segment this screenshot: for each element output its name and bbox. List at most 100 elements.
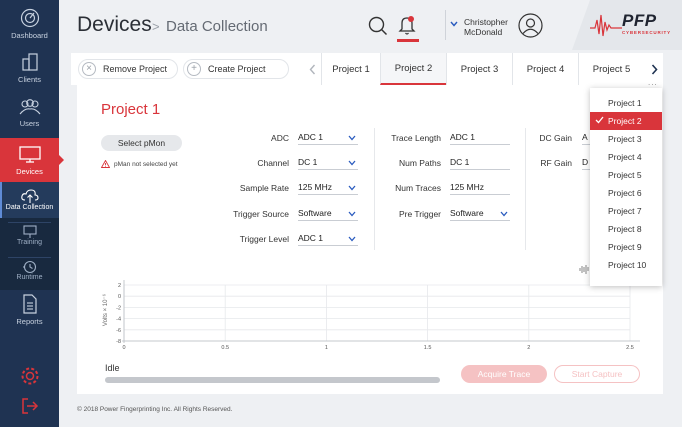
- chevron-down-icon: [500, 211, 508, 217]
- nav-devices-label: Devices: [16, 167, 43, 176]
- chart-y-axis-label: Volts × 10⁻⁶: [102, 293, 109, 326]
- nav-dashboard[interactable]: Dashboard: [0, 8, 59, 48]
- channel-label: Channel: [257, 158, 289, 168]
- num-paths-input[interactable]: DC 1: [450, 157, 510, 170]
- chevron-down-icon[interactable]: [450, 21, 458, 27]
- select-pmon-button[interactable]: Select pMon: [101, 135, 182, 151]
- trace-length-value: ADC 1: [450, 132, 476, 142]
- dropdown-item[interactable]: Project 7: [590, 202, 662, 220]
- channel-select[interactable]: DC 1: [298, 157, 358, 170]
- check-icon: [595, 116, 604, 124]
- dropdown-item[interactable]: Project 8: [590, 220, 662, 238]
- start-capture-button[interactable]: Start Capture: [554, 365, 640, 383]
- pre-trigger-label: Pre Trigger: [398, 209, 441, 219]
- notification-active-indicator: [397, 39, 419, 42]
- pmon-warning: pMan not selected yet: [101, 160, 178, 168]
- dropdown-item[interactable]: Project 10: [590, 256, 662, 274]
- tabs-scroll-left[interactable]: [304, 53, 320, 85]
- page-title: Devices: [77, 13, 152, 36]
- logout-icon[interactable]: [21, 397, 39, 415]
- subnav-data-collection-label: Data Collection: [5, 204, 54, 211]
- project-title: Project 1: [101, 101, 161, 118]
- channel-value: DC 1: [298, 157, 318, 167]
- dropdown-item-label: Project 10: [608, 260, 647, 270]
- remove-project-button[interactable]: × Remove Project: [78, 59, 178, 79]
- dropdown-item[interactable]: Project 3: [590, 130, 662, 148]
- trace-length-label: Trace Length: [391, 133, 441, 143]
- adc-select[interactable]: ADC 1: [298, 132, 358, 145]
- subnav-data-collection[interactable]: Data Collection: [0, 182, 59, 218]
- tab-project-2[interactable]: Project 2: [380, 53, 446, 85]
- dropdown-item-label: Project 3: [608, 134, 642, 144]
- create-project-button[interactable]: + Create Project: [183, 59, 289, 79]
- dropdown-item-label: Project 7: [608, 206, 642, 216]
- dropdown-item[interactable]: Project 2: [590, 112, 662, 130]
- avatar[interactable]: [518, 13, 543, 38]
- adc-label: ADC: [271, 133, 289, 143]
- breadcrumb-separator: >: [152, 19, 160, 34]
- nav-clients[interactable]: Clients: [0, 52, 59, 92]
- nav-users[interactable]: Users: [0, 98, 59, 136]
- devices-icon: [18, 146, 41, 163]
- chevron-down-icon: [348, 135, 356, 141]
- dropdown-item-label: Project 1: [608, 98, 642, 108]
- user-name[interactable]: Christopher McDonald: [464, 17, 508, 37]
- pre-trigger-select[interactable]: Software: [450, 208, 510, 221]
- warning-icon: [101, 160, 110, 168]
- sample-rate-select[interactable]: 125 MHz: [298, 182, 358, 195]
- sample-rate-label: Sample Rate: [239, 183, 289, 193]
- dropdown-item[interactable]: Project 9: [590, 238, 662, 256]
- nav-reports-label: Reports: [16, 317, 43, 326]
- sidebar: Dashboard Clients Users Devices Data Col…: [0, 0, 64, 427]
- column-divider: [374, 128, 375, 250]
- training-icon: [22, 225, 37, 238]
- subnav-training[interactable]: Training: [0, 225, 59, 255]
- dropdown-item[interactable]: Project 6: [590, 184, 662, 202]
- subnav-runtime[interactable]: Runtime: [0, 260, 59, 290]
- adc-value: ADC 1: [298, 132, 324, 142]
- trigger-source-label: Trigger Source: [233, 209, 289, 219]
- dropdown-item[interactable]: Project 1: [590, 94, 662, 112]
- trace-length-input[interactable]: ADC 1: [450, 132, 510, 145]
- chart-x-tick-label: 0.5: [221, 345, 229, 351]
- project-dropdown: Project 1 Project 2 Project 3 Project 4 Proj…: [590, 88, 662, 286]
- user-last-name: McDonald: [464, 27, 503, 37]
- dropdown-item[interactable]: Project 5: [590, 166, 662, 184]
- num-paths-value: DC 1: [450, 157, 470, 167]
- tab-project-5[interactable]: Project 5: [578, 53, 644, 85]
- create-project-label: Create Project: [208, 64, 266, 74]
- trace-chart: 0 0.5 1 1.5 2 2.5 2 0 -2 -4 -6 -8 Volts × 10⁻⁶: [102, 280, 640, 351]
- dropdown-item-label: Project 9: [608, 242, 642, 252]
- chart-x-tick-label: 0: [122, 345, 125, 351]
- chart-x-tick-label: 2.5: [626, 345, 634, 351]
- dropdown-item-label: Project 5: [608, 170, 642, 180]
- dc-gain-value: A: [582, 132, 588, 142]
- chart-x-tick-label: 1: [325, 345, 328, 351]
- search-icon[interactable]: [368, 16, 388, 36]
- nav-devices[interactable]: Devices: [0, 138, 64, 182]
- trigger-source-select[interactable]: Software: [298, 208, 358, 221]
- acquire-trace-button[interactable]: Acquire Trace: [461, 365, 547, 383]
- num-traces-value: 125 MHz: [450, 182, 485, 192]
- chart-y-tick-label: -4: [116, 317, 121, 323]
- footer-copyright: © 2018 Power Fingerprinting Inc. All Rig…: [77, 406, 233, 413]
- settings-icon[interactable]: [20, 366, 40, 386]
- chevron-down-icon: [348, 185, 356, 191]
- tab-project-4[interactable]: Project 4: [512, 53, 578, 85]
- trigger-level-select[interactable]: ADC 1: [298, 233, 358, 246]
- notification-bell-icon[interactable]: [398, 14, 418, 36]
- trigger-level-value: ADC 1: [298, 233, 324, 243]
- sample-rate-value: 125 MHz: [298, 182, 333, 192]
- tab-project-1[interactable]: Project 1: [321, 53, 380, 85]
- nav-dashboard-label: Dashboard: [11, 31, 48, 40]
- pmon-warning-text: pMan not selected yet: [114, 160, 178, 168]
- nav-reports[interactable]: Reports: [0, 294, 59, 334]
- header-divider: [445, 10, 446, 40]
- chart-x-tick-label: 2: [527, 345, 530, 351]
- status-text: Idle: [105, 363, 120, 373]
- num-traces-input[interactable]: 125 MHz: [450, 182, 510, 195]
- tab-project-3[interactable]: Project 3: [446, 53, 512, 85]
- logo-waveform: [590, 14, 622, 37]
- dropdown-item[interactable]: Project 4: [590, 148, 662, 166]
- column-divider: [525, 128, 526, 250]
